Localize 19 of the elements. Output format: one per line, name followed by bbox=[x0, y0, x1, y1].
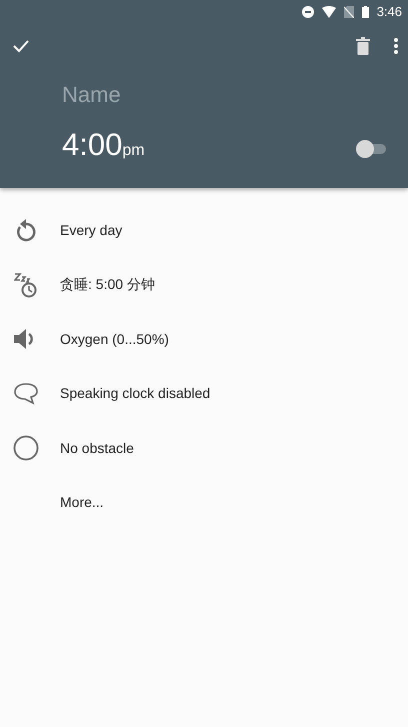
status-time: 3:46 bbox=[376, 3, 402, 22]
option-item[interactable]: No obstacle bbox=[60, 438, 134, 459]
alarm-toggle[interactable] bbox=[356, 139, 388, 159]
repeat-icon bbox=[15, 218, 37, 242]
wifi-icon bbox=[322, 6, 336, 18]
speech-bubble-icon bbox=[14, 382, 38, 405]
circle-icon bbox=[13, 435, 39, 462]
delete-button[interactable] bbox=[356, 34, 370, 58]
more-link[interactable]: More... bbox=[60, 492, 104, 514]
option-item[interactable]: Speaking clock disabled bbox=[60, 383, 210, 404]
battery-icon bbox=[362, 6, 369, 18]
alarm-time[interactable]: 4:00pm bbox=[62, 129, 145, 163]
option-item[interactable]: 贪睡: 5:00 分钟 bbox=[60, 274, 155, 296]
option-item[interactable]: Every day bbox=[60, 220, 122, 241]
no-sim-icon bbox=[344, 6, 354, 18]
snooze-icon bbox=[14, 272, 38, 298]
do-not-disturb-icon bbox=[302, 6, 314, 18]
name-field[interactable]: Name bbox=[62, 78, 262, 111]
option-item[interactable]: Oxygen (0...50%) bbox=[60, 328, 169, 350]
